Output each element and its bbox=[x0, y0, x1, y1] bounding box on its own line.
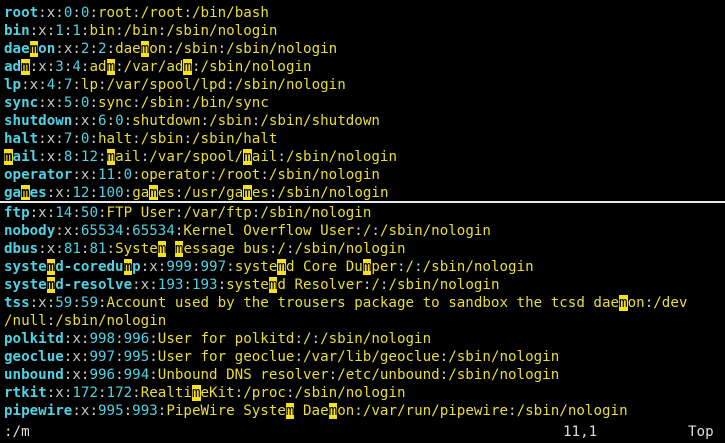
passwd-line[interactable]: bin:x:1:1:bin:/bin:/sbin/nologin bbox=[0, 22, 725, 40]
passwd-line[interactable]: halt:x:7:0:halt:/sbin:/sbin/halt bbox=[0, 130, 725, 148]
passwd-line[interactable]: mail:x:8:12:mail:/var/spool/mail:/sbin/n… bbox=[0, 148, 725, 166]
search-match-highlight: m bbox=[29, 41, 39, 57]
passwd-line[interactable]: rtkit:x:172:172:RealtimeKit:/proc:/sbin/… bbox=[0, 384, 725, 402]
editor-pane-bottom[interactable]: ftp:x:14:50:FTP User:/var/ftp:/sbin/nolo… bbox=[0, 204, 725, 420]
command-line[interactable]: :/m bbox=[4, 421, 30, 443]
search-match-highlight: m bbox=[140, 41, 150, 57]
search-match-highlight: m bbox=[243, 149, 252, 165]
search-match-highlight: m bbox=[46, 259, 56, 275]
search-match-highlight: m bbox=[21, 59, 30, 75]
search-match-highlight: m bbox=[46, 277, 56, 293]
search-match-highlight: m bbox=[277, 259, 286, 275]
search-match-highlight: m bbox=[243, 185, 252, 200]
status-line: :/m 11,1 Top bbox=[0, 421, 725, 443]
passwd-line[interactable]: tss:x:59:59:Account used by the trousers… bbox=[0, 294, 725, 312]
search-match-highlight: m bbox=[619, 295, 628, 311]
search-match-highlight: m bbox=[183, 59, 192, 75]
search-match-highlight: m bbox=[123, 259, 133, 275]
window-split-separator[interactable] bbox=[0, 201, 725, 203]
passwd-line[interactable]: operator:x:11:0:operator:/root:/sbin/nol… bbox=[0, 166, 725, 184]
passwd-line[interactable]: games:x:12:100:games:/usr/games:/sbin/no… bbox=[0, 184, 725, 200]
passwd-line[interactable]: polkitd:x:998:996:User for polkitd:/:/sb… bbox=[0, 330, 725, 348]
search-match-highlight: m bbox=[149, 185, 158, 200]
passwd-line[interactable]: geoclue:x:997:995:User for geoclue:/var/… bbox=[0, 348, 725, 366]
search-match-highlight: m bbox=[191, 385, 201, 401]
cursor-position: 11,1 bbox=[563, 424, 598, 440]
passwd-line[interactable]: /null:/sbin/nologin bbox=[0, 312, 725, 330]
editor-pane-top[interactable]: root:x:0:0:root:/root:/bin/bash bin:x:1:1… bbox=[0, 4, 725, 200]
passwd-line[interactable]: daemon:x:2:2:daemon:/sbin:/sbin/nologin bbox=[0, 40, 725, 58]
passwd-line[interactable]: systemd-coredump:x:999:997:systemd Core … bbox=[0, 258, 725, 276]
passwd-line[interactable]: shutdown:x:6:0:shutdown:/sbin:/sbin/shut… bbox=[0, 112, 725, 130]
terminal-window[interactable]: root:x:0:0:root:/root:/bin/bash bin:x:1:1… bbox=[0, 0, 725, 443]
passwd-line[interactable]: ftp:x:14:50:FTP User:/var/ftp:/sbin/nolo… bbox=[0, 204, 725, 222]
passwd-line[interactable]: unbound:x:996:994:Unbound DNS resolver:/… bbox=[0, 366, 725, 384]
passwd-line[interactable]: sync:x:5:0:sync:/sbin:/bin/sync bbox=[0, 94, 725, 112]
search-match-highlight: m bbox=[328, 403, 338, 419]
scroll-position: Top bbox=[688, 424, 714, 440]
search-match-highlight: m bbox=[4, 149, 13, 165]
passwd-line[interactable]: lp:x:4:7:lp:/var/spool/lpd:/sbin/nologin bbox=[0, 76, 725, 94]
search-match-highlight: m bbox=[106, 149, 116, 165]
passwd-line[interactable]: systemd-resolve:x:193:193:systemd Resolv… bbox=[0, 276, 725, 294]
passwd-line[interactable]: adm:x:3:4:adm:/var/adm:/sbin/nologin bbox=[0, 58, 725, 76]
search-match-highlight: m bbox=[106, 59, 116, 75]
passwd-line[interactable]: pipewire:x:995:993:PipeWire System Daemo… bbox=[0, 402, 725, 420]
passwd-line[interactable]: dbus:x:81:81:System message bus:/:/sbin/… bbox=[0, 240, 725, 258]
search-match-highlight: m bbox=[21, 185, 30, 200]
passwd-line[interactable]: root:x:0:0:root:/root:/bin/bash bbox=[0, 4, 725, 22]
passwd-line[interactable]: nobody:x:65534:65534:Kernel Overflow Use… bbox=[0, 222, 725, 240]
